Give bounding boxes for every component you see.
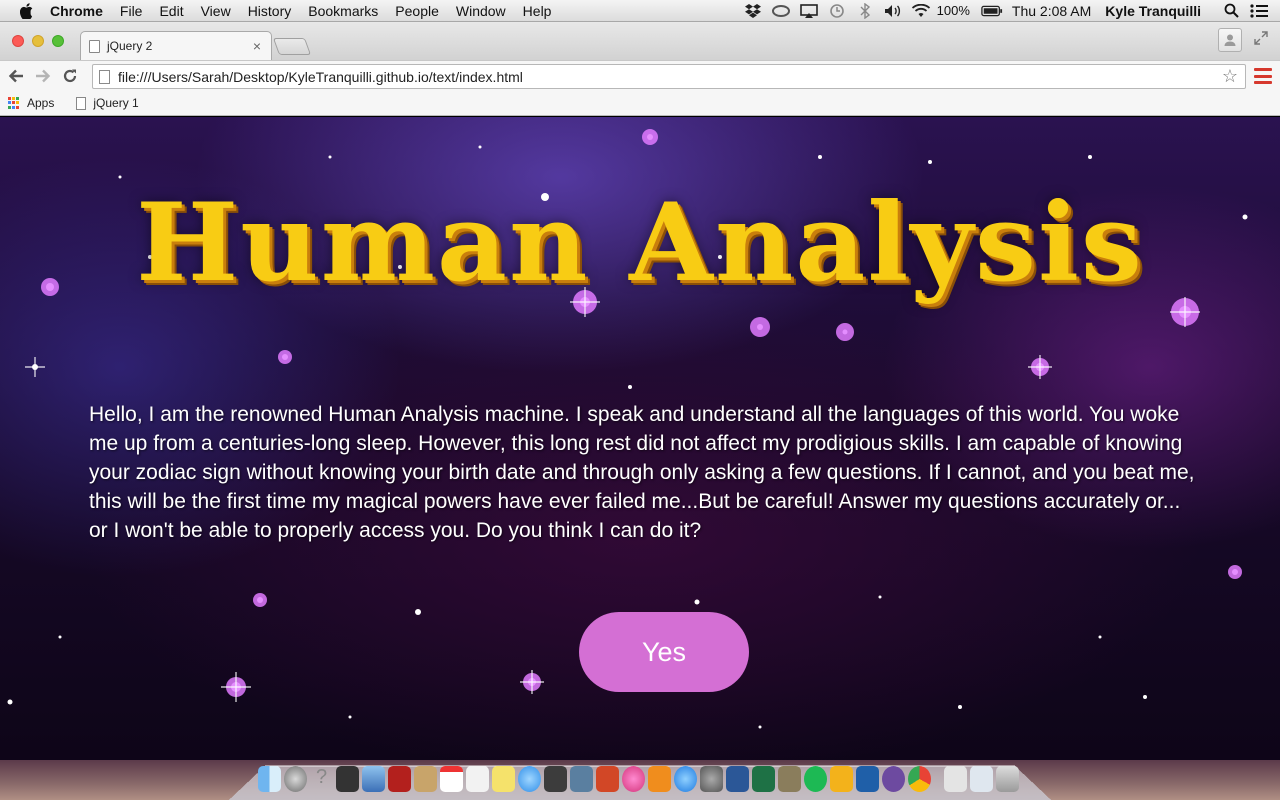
app-store-icon[interactable] xyxy=(674,766,697,792)
time-machine-icon[interactable] xyxy=(826,3,848,19)
browser-toolbar: file:///Users/Sarah/Desktop/KyleTranquil… xyxy=(0,60,1280,91)
window-close-button[interactable] xyxy=(12,35,24,47)
apps-grid-icon xyxy=(8,97,20,109)
url-text[interactable]: file:///Users/Sarah/Desktop/KyleTranquil… xyxy=(118,69,1219,85)
tab-title: jQuery 2 xyxy=(107,39,153,53)
powerpoint-icon[interactable] xyxy=(596,766,619,792)
trash-icon[interactable] xyxy=(996,766,1019,792)
gimp-icon[interactable] xyxy=(778,766,801,792)
chrome-icon[interactable] xyxy=(908,766,931,792)
menu-app-chrome[interactable]: Chrome xyxy=(50,3,103,19)
window-minimize-button[interactable] xyxy=(32,35,44,47)
menu-people[interactable]: People xyxy=(395,3,439,19)
menu-edit[interactable]: Edit xyxy=(159,3,183,19)
dropbox-icon[interactable] xyxy=(742,3,764,19)
status-tray: 100% Thu 2:08 AM Kyle Tranquilli xyxy=(739,0,1280,22)
finder-icon[interactable] xyxy=(258,766,281,792)
photo-booth-icon[interactable] xyxy=(388,766,411,792)
bookmark-jquery-1[interactable]: jQuery 1 xyxy=(76,96,139,110)
battery-percent: 100% xyxy=(936,3,970,18)
bookmarks-bar: Apps jQuery 1 xyxy=(0,91,1280,116)
tab-close-icon[interactable]: × xyxy=(251,39,263,53)
ibooks-icon[interactable] xyxy=(648,766,671,792)
word-icon[interactable] xyxy=(726,766,749,792)
photos-icon[interactable] xyxy=(570,766,593,792)
calendar-icon[interactable] xyxy=(440,766,463,792)
menu-bar: Chrome File Edit View History Bookmarks … xyxy=(0,0,1280,22)
intro-paragraph: Hello, I am the renowned Human Analysis … xyxy=(89,403,1195,542)
menu-window[interactable]: Window xyxy=(456,3,506,19)
fullscreen-icon[interactable] xyxy=(1252,31,1270,49)
outlook-icon[interactable] xyxy=(830,766,853,792)
dock: ? xyxy=(0,760,1280,800)
bookmark-label: Apps xyxy=(27,96,55,110)
page-icon xyxy=(76,96,87,110)
window-zoom-button[interactable] xyxy=(52,35,64,47)
profile-button[interactable] xyxy=(1218,28,1242,52)
documents-folder-icon[interactable] xyxy=(944,766,967,792)
stickies-icon[interactable] xyxy=(492,766,515,792)
contacts-icon[interactable] xyxy=(414,766,437,792)
preview-icon[interactable] xyxy=(362,766,385,792)
excel-icon[interactable] xyxy=(752,766,775,792)
forward-arrow-icon[interactable] xyxy=(32,65,54,87)
github-icon[interactable] xyxy=(882,766,905,792)
menu-file[interactable]: File xyxy=(120,3,143,19)
notification-center-icon[interactable] xyxy=(1248,3,1270,19)
address-bar[interactable]: file:///Users/Sarah/Desktop/KyleTranquil… xyxy=(92,64,1246,89)
back-arrow-icon[interactable] xyxy=(5,65,27,87)
bookmark-star-icon[interactable]: ☆ xyxy=(1219,66,1241,87)
bluetooth-icon[interactable] xyxy=(854,2,876,19)
system-preferences-icon[interactable] xyxy=(700,766,723,792)
messages-icon[interactable] xyxy=(518,766,541,792)
bookmark-apps[interactable]: Apps xyxy=(8,96,54,110)
menu-history[interactable]: History xyxy=(248,3,292,19)
battery-icon[interactable] xyxy=(981,3,1003,19)
page-viewport: Human Analysis Hello, I am the renowned … xyxy=(0,117,1280,760)
dock-icons: ? xyxy=(258,766,1019,792)
itunes-icon[interactable] xyxy=(622,766,645,792)
apple-menu-icon[interactable] xyxy=(18,2,36,20)
spotify-icon[interactable] xyxy=(804,766,827,792)
volume-icon[interactable] xyxy=(882,3,904,19)
reload-icon[interactable] xyxy=(59,65,81,87)
spotlight-search-icon[interactable] xyxy=(1220,3,1242,19)
help-icon[interactable]: ? xyxy=(310,766,333,792)
launchpad-icon[interactable] xyxy=(284,766,307,792)
chrome-menu-icon[interactable] xyxy=(1254,68,1272,84)
wifi-icon[interactable] xyxy=(910,3,932,19)
facetime-icon[interactable] xyxy=(544,766,567,792)
page-icon xyxy=(89,39,100,53)
creative-cloud-icon[interactable] xyxy=(770,3,792,19)
yes-button[interactable]: Yes xyxy=(579,612,749,692)
menu-view[interactable]: View xyxy=(201,3,231,19)
terminal-icon[interactable] xyxy=(336,766,359,792)
page-icon xyxy=(99,69,110,84)
textedit-icon[interactable] xyxy=(466,766,489,792)
new-tab-button[interactable] xyxy=(272,38,312,55)
person-icon xyxy=(1224,34,1236,46)
browser-tab-strip: jQuery 2 × xyxy=(0,22,1280,60)
page-title: Human Analysis xyxy=(136,180,1144,306)
unknown-app-icon[interactable] xyxy=(856,766,879,792)
menu-user[interactable]: Kyle Tranquilli xyxy=(1105,3,1201,19)
browser-tab[interactable]: jQuery 2 × xyxy=(80,31,272,60)
downloads-folder-icon[interactable] xyxy=(970,766,993,792)
menu-help[interactable]: Help xyxy=(523,3,552,19)
menu-clock[interactable]: Thu 2:08 AM xyxy=(1012,3,1091,19)
bookmark-label: jQuery 1 xyxy=(93,96,139,110)
airplay-icon[interactable] xyxy=(798,3,820,19)
menu-bookmarks[interactable]: Bookmarks xyxy=(308,3,378,19)
